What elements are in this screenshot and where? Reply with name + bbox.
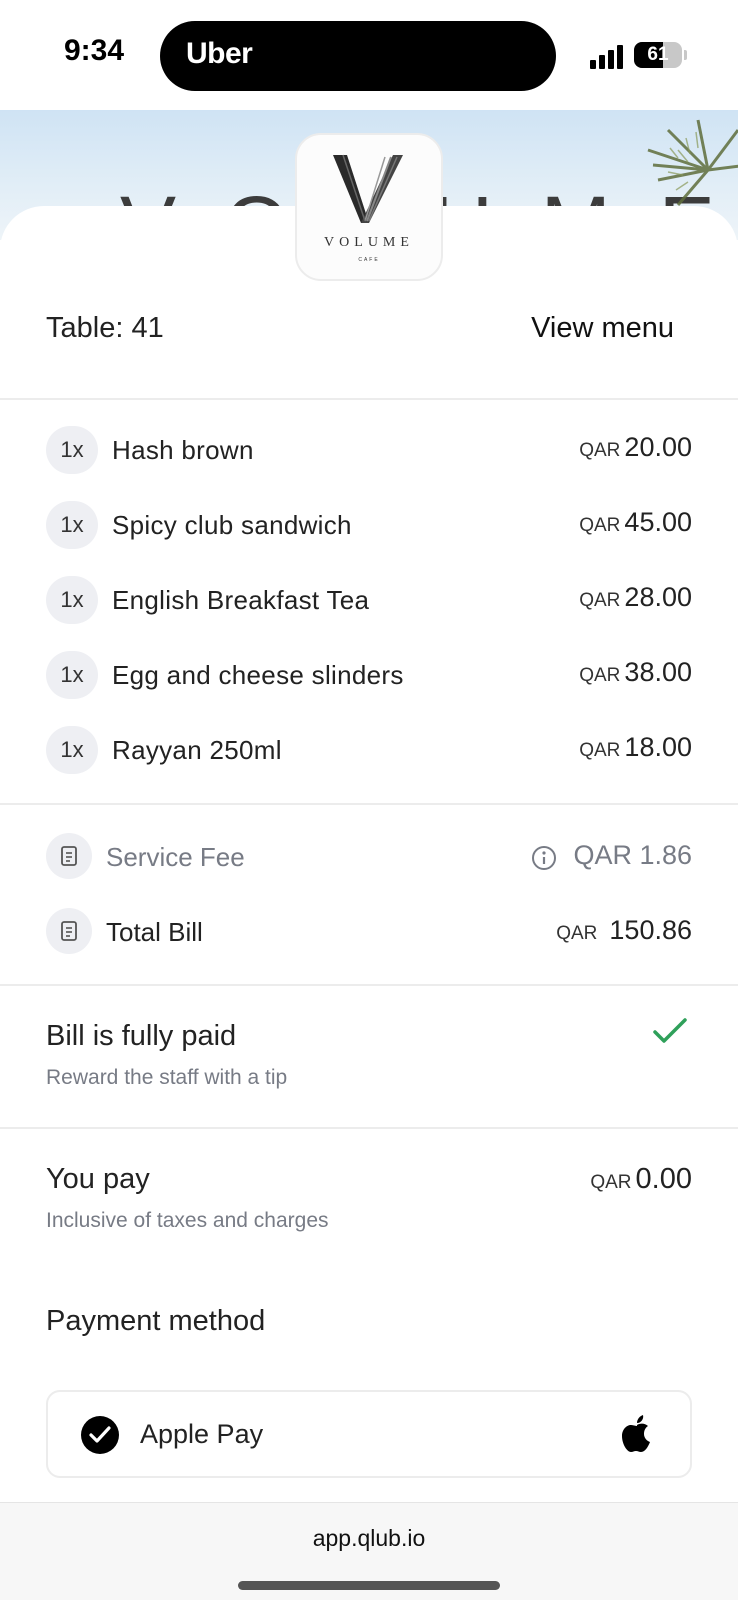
you-pay-title: You pay [46,1163,150,1195]
logo-wordmark: VOLUME [324,235,414,250]
item-name: Spicy club sandwich [112,510,352,540]
bill-status-subtitle: Reward the staff with a tip [46,1066,288,1089]
battery-icon: 61 [634,42,682,68]
item-quantity: 1x [46,651,98,699]
divider [0,803,738,805]
you-pay-amount: QAR 0.00 [590,1163,692,1195]
view-menu-link[interactable]: View menu [531,312,674,345]
logo-subtitle: CAFE [358,257,380,263]
service-fee-label: Service Fee [106,842,245,872]
dynamic-island[interactable]: Uber [160,21,556,91]
bill-status-title: Bill is fully paid [46,1020,237,1052]
browser-bottom-bar: app.qlub.io [0,1502,738,1600]
item-price: QAR 20.00 [579,432,692,462]
you-pay-subtitle: Inclusive of taxes and charges [46,1209,329,1232]
payment-method-title: Payment method [46,1305,266,1337]
url-bar[interactable]: app.qlub.io [0,1525,738,1552]
receipt-icon [46,908,92,954]
volume-logo-icon [333,154,403,223]
selected-check-icon [81,1416,119,1454]
check-icon [653,1018,687,1043]
status-bar: 9:34 Uber 61 [0,0,738,110]
battery-percent: 61 [647,44,669,65]
payment-method-label: Apple Pay [140,1419,264,1449]
divider [0,398,738,400]
signal-icon [590,45,626,69]
item-name: Rayyan 250ml [112,735,282,765]
service-fee-value: QAR 1.86 [531,840,692,871]
restaurant-logo: VOLUME CAFE [295,133,443,281]
island-app-label: Uber [186,37,253,70]
receipt-icon [46,833,92,879]
item-quantity: 1x [46,501,98,549]
order-item: 1x Spicy club sandwich QAR 45.00 [46,501,692,549]
item-quantity: 1x [46,726,98,774]
apple-logo-icon [622,1415,650,1452]
divider [0,984,738,986]
divider [0,1127,738,1129]
total-bill-value: QAR 150.86 [556,915,692,945]
order-item: 1x English Breakfast Tea QAR 28.00 [46,576,692,624]
order-item: 1x Egg and cheese slinders QAR 38.00 [46,651,692,699]
item-price: QAR 18.00 [579,732,692,762]
item-price: QAR 45.00 [579,507,692,537]
home-indicator[interactable] [238,1581,500,1590]
info-icon[interactable] [531,845,557,871]
total-bill-label: Total Bill [106,917,203,947]
item-quantity: 1x [46,576,98,624]
apple-pay-option[interactable]: Apple Pay [46,1390,692,1478]
item-name: English Breakfast Tea [112,585,370,615]
order-item: 1x Hash brown QAR 20.00 [46,426,692,474]
status-time: 9:34 [64,34,125,67]
item-name: Hash brown [112,435,254,465]
table-number: Table: 41 [46,312,164,344]
item-quantity: 1x [46,426,98,474]
item-price: QAR 38.00 [579,657,692,687]
order-item: 1x Rayyan 250ml QAR 18.00 [46,726,692,774]
item-name: Egg and cheese slinders [112,660,404,690]
total-bill-row: Total Bill QAR 150.86 [46,908,692,954]
service-fee-row: Service Fee QAR 1.86 [46,833,692,879]
item-price: QAR 28.00 [579,582,692,612]
battery-nub [684,50,687,60]
